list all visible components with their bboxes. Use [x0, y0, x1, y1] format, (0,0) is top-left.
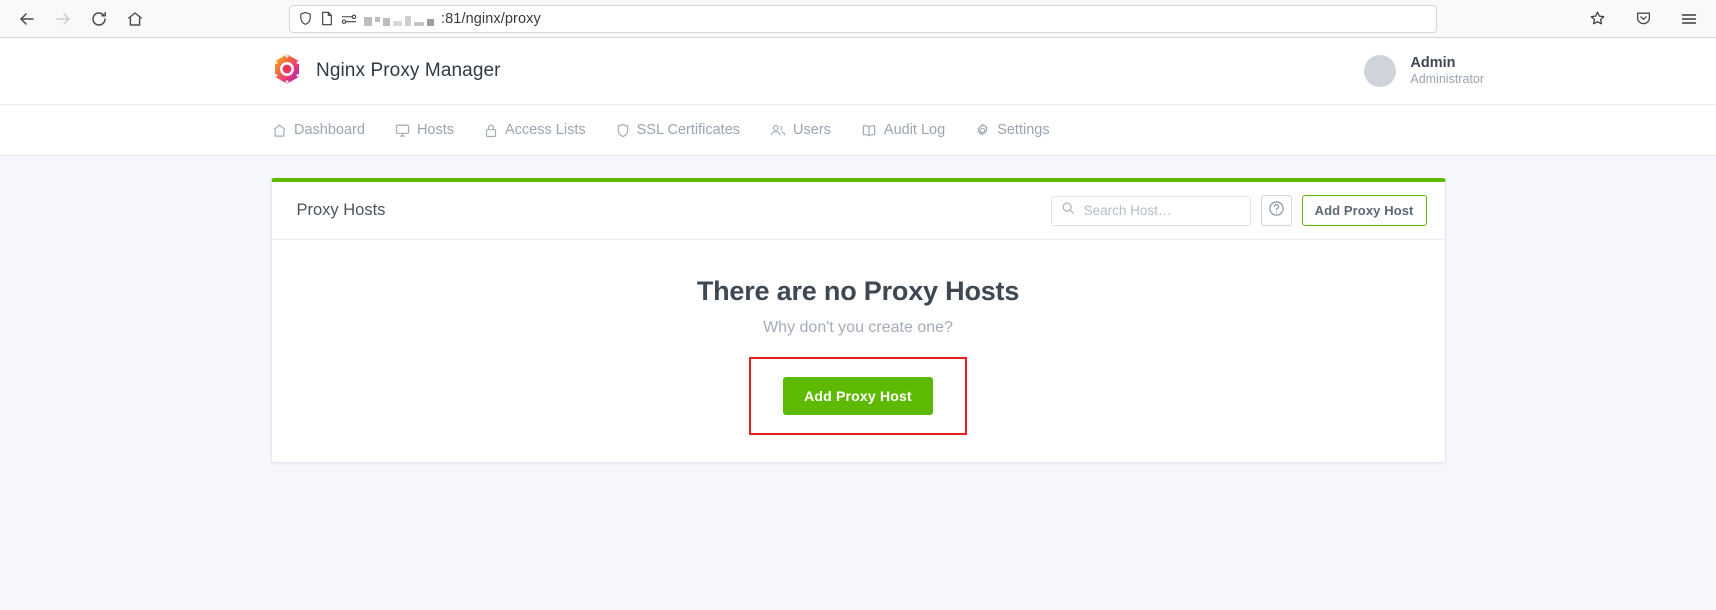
page-info-icon[interactable]: [320, 11, 334, 26]
nav-label: Audit Log: [883, 122, 946, 138]
nav-item-hosts[interactable]: Hosts: [395, 105, 454, 155]
nav-label: Settings: [997, 122, 1050, 138]
lock-icon: [484, 123, 498, 138]
user-role: Administrator: [1410, 72, 1484, 87]
nav-item-users[interactable]: Users: [770, 105, 831, 155]
proxy-hosts-card: Proxy Hosts Search Host… Add Proxy Host …: [270, 178, 1446, 463]
home-icon: [126, 10, 144, 28]
search-host-box[interactable]: [1050, 195, 1251, 226]
application-menu-button[interactable]: [1672, 4, 1706, 34]
gear-icon: [975, 123, 990, 138]
url-address-bar[interactable]: :81/nginx/proxy: [289, 4, 1437, 33]
nav-label: SSL Certificates: [636, 122, 741, 138]
nav-item-ssl-certificates[interactable]: SSL Certificates: [616, 105, 740, 155]
empty-state-title: There are no Proxy Hosts: [696, 276, 1020, 306]
nginx-proxy-manager-hexagon-logo: [272, 53, 302, 90]
bookmark-star-icon: [1589, 10, 1606, 27]
url-text: :81/nginx/proxy: [441, 10, 541, 27]
app-header: Nginx Proxy Manager Admin Administrator: [0, 38, 1716, 104]
forward-button[interactable]: [46, 4, 80, 34]
empty-state-subtitle: Why don't you create one?: [763, 319, 953, 336]
brand-logo-group[interactable]: Nginx Proxy Manager: [272, 53, 501, 90]
redacted-url-host: [364, 12, 434, 26]
user-profile[interactable]: Admin Administrator: [1364, 54, 1484, 88]
forward-arrow-icon: [54, 10, 72, 28]
browser-toolbar-right: [1574, 4, 1706, 34]
monitor-icon: [395, 123, 410, 138]
user-meta: Admin Administrator: [1410, 54, 1484, 88]
annotation-highlight-box: Add Proxy Host: [749, 357, 967, 435]
urlbar-container: :81/nginx/proxy: [154, 4, 1572, 33]
page-content: Proxy Hosts Search Host… Add Proxy Host …: [0, 156, 1716, 610]
home-icon: [272, 123, 287, 138]
nav-item-dashboard[interactable]: Dashboard: [272, 105, 365, 155]
nav-item-audit-log[interactable]: Audit Log: [861, 105, 945, 155]
shield-icon: [616, 123, 630, 138]
back-arrow-icon: [18, 10, 36, 28]
user-name: Admin: [1410, 55, 1456, 72]
back-button[interactable]: [10, 4, 44, 34]
app-title: Nginx Proxy Manager: [316, 60, 501, 81]
page-title: Proxy Hosts: [296, 201, 386, 219]
search-icon: [1061, 201, 1075, 220]
site-permissions-icon[interactable]: [341, 12, 357, 26]
help-button[interactable]: [1260, 195, 1292, 226]
help-circle-icon: [1268, 200, 1285, 222]
bookmark-button[interactable]: [1580, 4, 1614, 34]
main-navigation: Dashboard Hosts Access Lists SSL Certifi…: [0, 104, 1716, 156]
hamburger-menu-icon: [1680, 10, 1698, 28]
save-to-pocket-button[interactable]: [1626, 4, 1660, 34]
card-toolbar: Add Proxy Host: [1050, 195, 1427, 226]
nav-label: Users: [793, 122, 831, 138]
nav-item-access-lists[interactable]: Access Lists: [484, 105, 586, 155]
users-icon: [770, 123, 786, 138]
empty-state: There are no Proxy Hosts Why don't you c…: [272, 240, 1445, 462]
save-to-pocket-icon: [1635, 10, 1652, 27]
nav-label: Access Lists: [505, 122, 586, 138]
nav-label: Dashboard: [294, 122, 365, 138]
tracking-protection-shield-icon[interactable]: [298, 11, 313, 26]
reload-button[interactable]: [82, 4, 116, 34]
search-input[interactable]: [1083, 203, 1241, 218]
reload-icon: [90, 10, 108, 28]
avatar: [1364, 55, 1397, 87]
add-proxy-host-button[interactable]: Add Proxy Host: [783, 377, 933, 415]
home-button[interactable]: [118, 4, 152, 34]
nav-label: Hosts: [416, 122, 455, 138]
browser-toolbar: :81/nginx/proxy: [0, 0, 1716, 38]
book-icon: [861, 123, 877, 138]
card-header: Proxy Hosts Search Host… Add Proxy Host: [271, 182, 1445, 240]
add-proxy-host-header-button[interactable]: Add Proxy Host: [1301, 195, 1427, 226]
nav-item-settings[interactable]: Settings: [975, 105, 1050, 155]
